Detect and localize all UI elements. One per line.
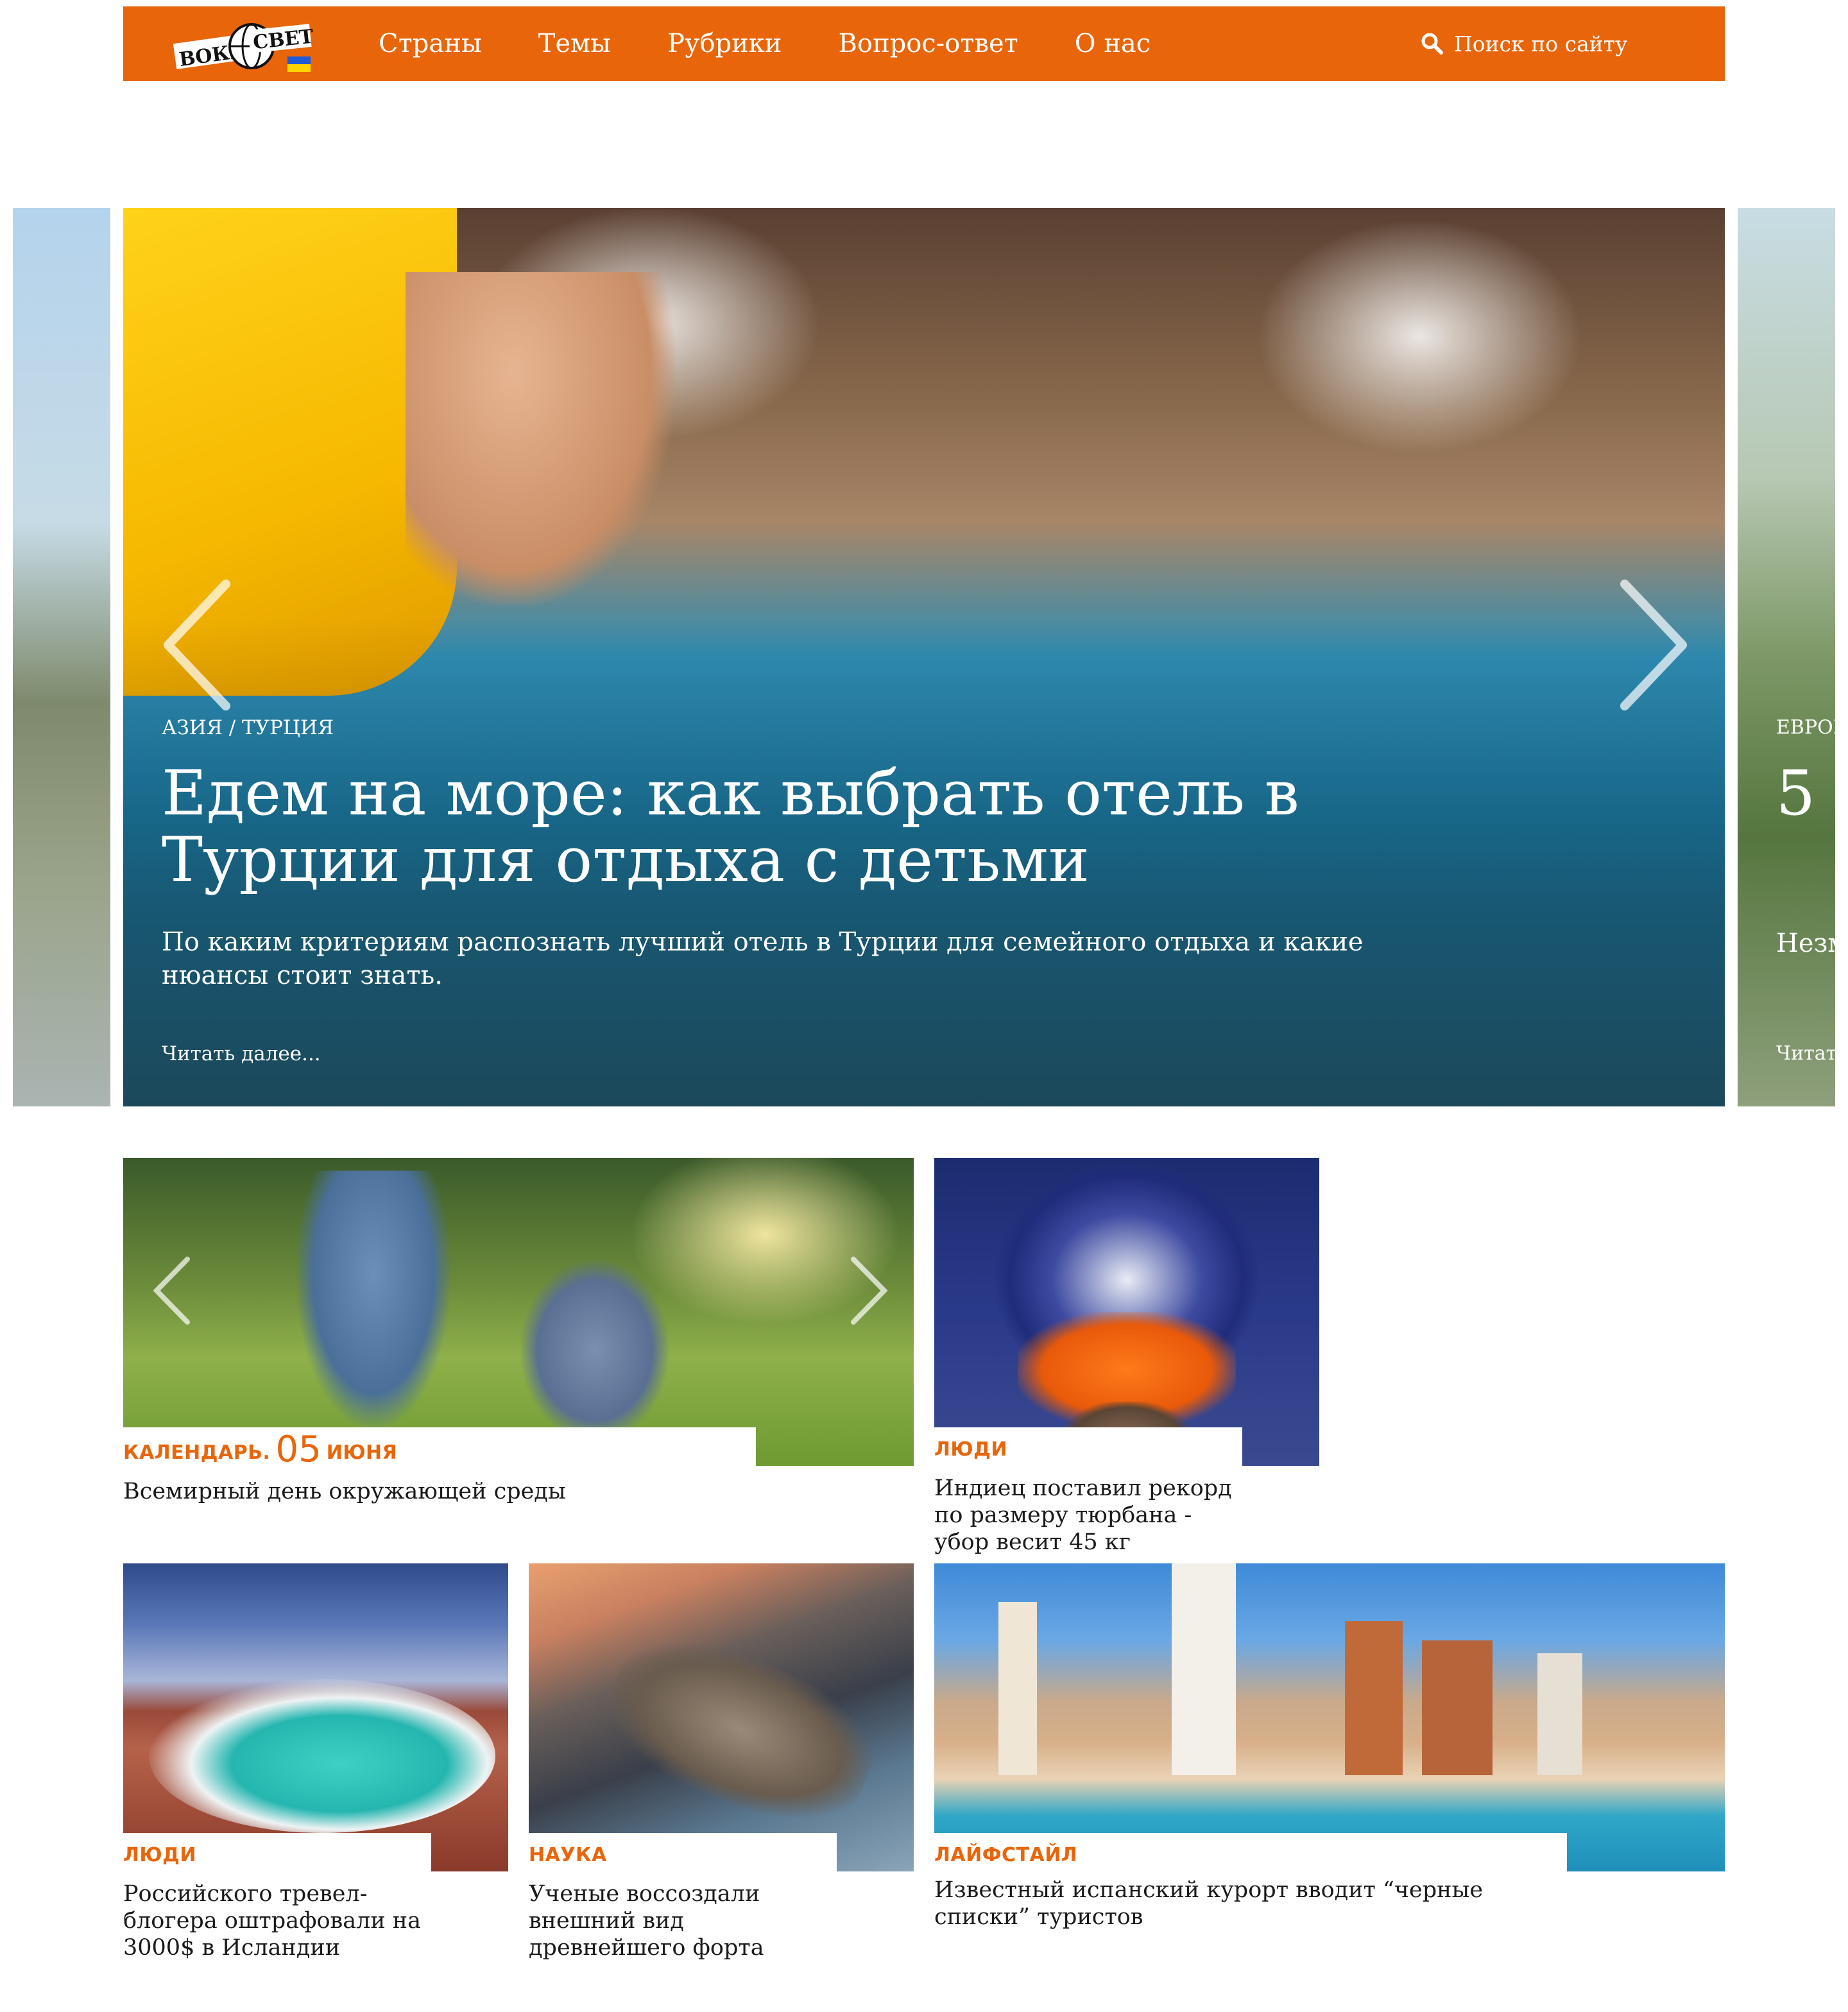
card-image-crater-lake [149, 1679, 495, 1833]
card-iceland-category[interactable]: ЛЮДИ [123, 1844, 196, 1866]
hero-title[interactable]: Едем на море: как выбрать отель в Турции… [162, 760, 1381, 893]
card-fort-category[interactable]: НАУКА [529, 1844, 607, 1866]
card-calendar-month: ИЮНЯ [326, 1441, 398, 1464]
card-calendar-category[interactable]: КАЛЕНДАРЬ. [123, 1441, 270, 1464]
card-turban-title[interactable]: Индиец поставил рекорд по размеру тюрбан… [934, 1475, 1242, 1556]
card-image-fort [589, 1614, 892, 1846]
card-image-tower [1345, 1621, 1403, 1775]
site-search[interactable]: Поиск по сайту [1421, 6, 1627, 81]
main-nav: Страны Темы Рубрики Вопрос-ответ О нас [379, 6, 1207, 81]
card-fort-label[interactable]: НАУКА Ученые воссоздали внешний вид древ… [529, 1833, 837, 1968]
nav-countries[interactable]: Страны [379, 29, 482, 58]
card-image-tower [1537, 1653, 1582, 1775]
next-slide-title: 5 л іст [1776, 757, 1835, 829]
prev-slide-preview[interactable] [13, 208, 110, 1106]
nav-themes[interactable]: Темы [538, 29, 611, 58]
hero-category[interactable]: АЗИЯ / ТУРЦИЯ [162, 716, 334, 739]
card-image-father [296, 1171, 450, 1427]
card-resort-label[interactable]: ЛАЙФСТАЙЛ Известный испанский курорт вво… [934, 1833, 1567, 1968]
chevron-right-icon[interactable] [1612, 578, 1695, 712]
card-resort-title[interactable]: Известный испанский курорт вводит “черны… [934, 1877, 1567, 1930]
search-label: Поиск по сайту [1454, 31, 1628, 56]
card-resort-image[interactable] [934, 1563, 1725, 1871]
card-iceland-title[interactable]: Российского тревел-блогера оштрафовали н… [123, 1880, 431, 1961]
chevron-left-icon[interactable] [149, 1255, 194, 1326]
site-logo[interactable]: ВОКРУГ СВЕТА [173, 19, 314, 77]
card-calendar-day: 05 [275, 1429, 321, 1470]
card-turban-label[interactable]: ЛЮДИ Индиец поставил рекорд по размеру т… [934, 1427, 1242, 1562]
next-slide-read-more: Читат [1776, 1042, 1835, 1065]
card-fort-title[interactable]: Ученые воссоздали внешний вид древнейшег… [529, 1880, 837, 1961]
card-turban-image[interactable] [934, 1158, 1319, 1466]
card-calendar-label[interactable]: КАЛЕНДАРЬ. 05 ИЮНЯ Всемирный день окружающ… [123, 1427, 756, 1511]
chevron-right-icon[interactable] [847, 1255, 892, 1326]
card-fort-image[interactable] [529, 1563, 914, 1871]
card-resort-category[interactable]: ЛАЙФСТАЙЛ [934, 1844, 1077, 1866]
next-slide-category: ЕВРОП [1776, 716, 1835, 739]
card-image-tower [1422, 1640, 1493, 1775]
card-image-child [521, 1260, 669, 1440]
chevron-left-icon[interactable] [155, 578, 239, 712]
nav-about[interactable]: О нас [1075, 29, 1151, 58]
card-image-tower [998, 1602, 1037, 1775]
card-turban-category[interactable]: ЛЮДИ [934, 1438, 1007, 1461]
card-calendar-image[interactable] [123, 1158, 914, 1466]
card-iceland-label[interactable]: ЛЮДИ Российского тревел-блогера оштрафов… [123, 1833, 431, 1968]
hero-lead: По каким критериям распознать лучший оте… [162, 927, 1364, 990]
card-calendar-title[interactable]: Всемирный день окружающей среды [123, 1478, 756, 1505]
next-slide-lead: Незм Львіі [1776, 929, 1835, 958]
nav-rubrics[interactable]: Рубрики [667, 29, 782, 58]
hero-slide[interactable]: АЗИЯ / ТУРЦИЯ Едем на море: как выбрать … [123, 208, 1725, 1106]
card-image-tower [1172, 1563, 1236, 1775]
nav-faq[interactable]: Вопрос-ответ [838, 29, 1018, 58]
next-slide-preview[interactable]: ЕВРОП 5 л іст Незм Львіі Читат [1738, 208, 1835, 1106]
hero-image-child [406, 272, 675, 606]
site-header: ВОКРУГ СВЕТА Страны Темы Рубрики Вопрос-… [123, 6, 1725, 81]
hero-read-more-link[interactable]: Читать далее... [162, 1042, 321, 1065]
search-icon [1421, 33, 1443, 55]
card-iceland-image[interactable] [123, 1563, 508, 1871]
